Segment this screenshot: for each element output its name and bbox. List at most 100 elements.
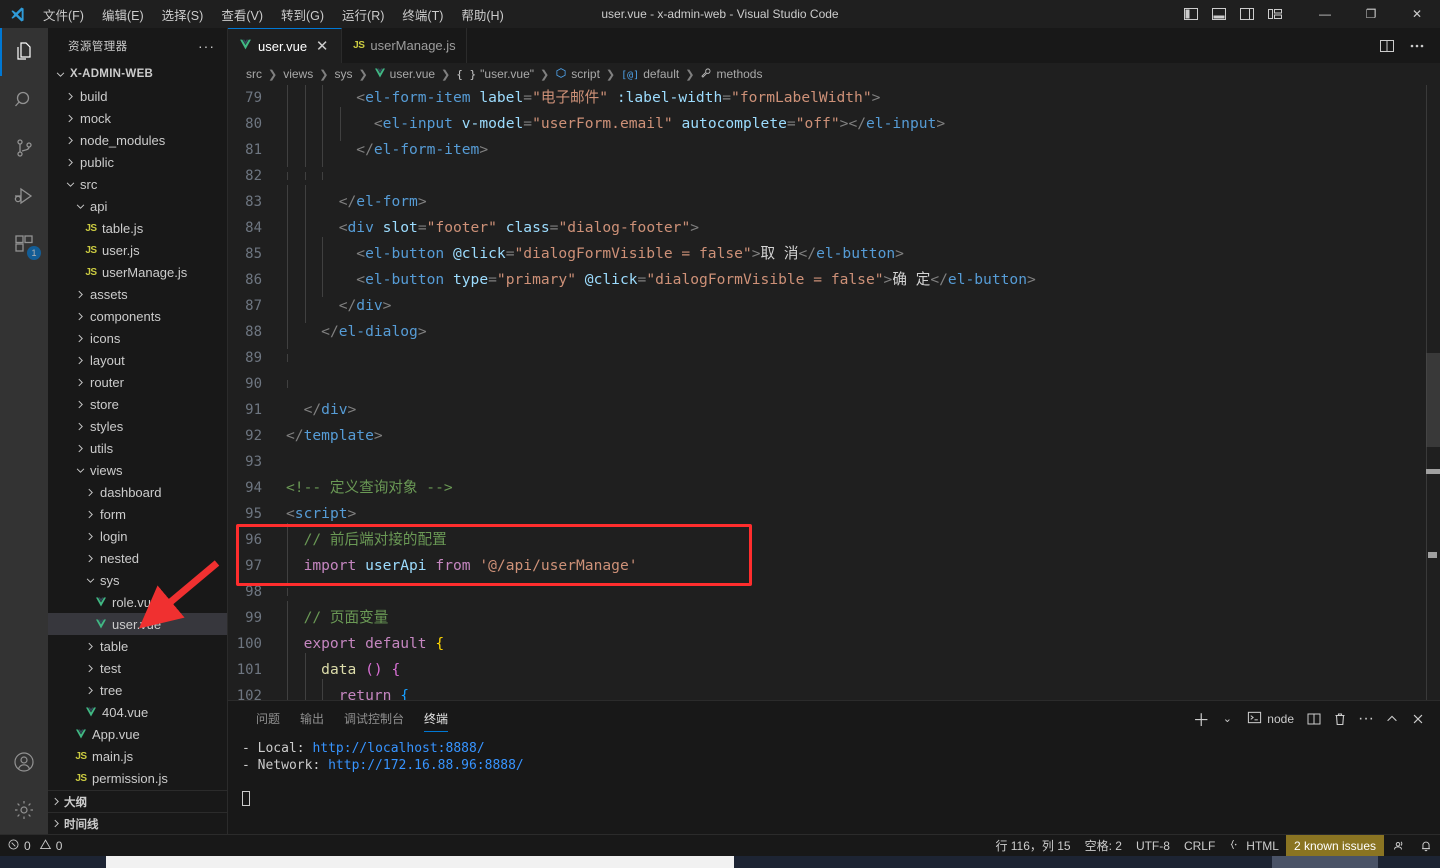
breadcrumb-item-src[interactable]: src (244, 67, 264, 81)
tab-usermanage-js[interactable]: JS userManage.js (342, 28, 467, 63)
toggle-secondary-sidebar-icon[interactable] (1234, 1, 1260, 27)
tree-item-utils[interactable]: utils (48, 437, 227, 459)
menu-go[interactable]: 转到(G) (272, 2, 333, 27)
status-notifications-bell-icon[interactable] (1412, 835, 1440, 857)
panel-tab-terminal[interactable]: 终端 (414, 701, 458, 736)
taskbar-active-window[interactable] (106, 856, 734, 868)
tree-item-components[interactable]: components (48, 305, 227, 327)
breadcrumb-item-uservue[interactable]: user.vue (372, 67, 437, 82)
terminal-link-local[interactable]: http://localhost:8888/ (312, 741, 484, 756)
close-panel-icon[interactable] (1406, 707, 1430, 731)
breadcrumb-item-script[interactable]: script (553, 67, 602, 82)
tree-item-dashboard[interactable]: dashboard (48, 481, 227, 503)
tree-item-views[interactable]: views (48, 459, 227, 481)
status-problems[interactable]: 0 0 (0, 835, 69, 857)
menu-help[interactable]: 帮助(H) (452, 2, 512, 27)
tree-item-styles[interactable]: styles (48, 415, 227, 437)
menu-bar[interactable]: 文件(F) 编辑(E) 选择(S) 查看(V) 转到(G) 运行(R) 终端(T… (34, 2, 513, 27)
activity-source-control-icon[interactable] (0, 124, 48, 172)
breadcrumb-item-methods[interactable]: methods (698, 67, 764, 82)
panel-more-icon[interactable]: ··· (1354, 707, 1378, 731)
new-terminal-icon[interactable]: ＋ (1189, 707, 1213, 731)
activity-explorer-icon[interactable] (0, 28, 48, 76)
activity-run-debug-icon[interactable] (0, 172, 48, 220)
menu-file[interactable]: 文件(F) (34, 2, 93, 27)
tree-item-login[interactable]: login (48, 525, 227, 547)
scrollbar-slider[interactable] (1426, 353, 1440, 447)
minimize-button[interactable]: — (1302, 0, 1348, 28)
maximize-button[interactable]: ❐ (1348, 0, 1394, 28)
tab-user-vue[interactable]: user.vue ✕ (228, 28, 343, 63)
panel-tab-debug-console[interactable]: 调试控制台 (334, 701, 414, 736)
tree-item-build[interactable]: build (48, 85, 227, 107)
close-icon[interactable]: ✕ (313, 37, 331, 55)
close-button[interactable]: ✕ (1394, 0, 1440, 28)
breadcrumb-item-default[interactable]: [@] default (619, 67, 681, 81)
split-editor-icon[interactable] (1374, 33, 1400, 59)
panel-tab-output[interactable]: 输出 (290, 701, 334, 736)
split-terminal-icon[interactable] (1302, 707, 1326, 731)
tree-root[interactable]: X-ADMIN-WEB (48, 63, 227, 85)
status-indentation[interactable]: 空格: 2 (1078, 835, 1129, 857)
tree-item-form[interactable]: form (48, 503, 227, 525)
sidebar-section-timeline[interactable]: 时间线 (48, 812, 227, 834)
tree-item-node-modules[interactable]: node_modules (48, 129, 227, 151)
menu-selection[interactable]: 选择(S) (153, 2, 213, 27)
tree-item-user-vue[interactable]: user.vue (48, 613, 227, 635)
tree-item-role-vue[interactable]: role.vue (48, 591, 227, 613)
breadcrumb-item-views[interactable]: views (281, 67, 315, 81)
status-cursor-position[interactable]: 行 116，列 15 (988, 835, 1077, 857)
active-terminal-selector[interactable]: node (1241, 707, 1300, 731)
tree-item-404-vue[interactable]: 404.vue (48, 701, 227, 723)
toggle-panel-icon[interactable] (1206, 1, 1232, 27)
tree-item-table-js[interactable]: JS table.js (48, 217, 227, 239)
menu-terminal[interactable]: 终端(T) (393, 2, 452, 27)
tree-item-app-vue[interactable]: App.vue (48, 723, 227, 745)
code-editor[interactable]: 79 <el-form-item label="电子邮件" :label-wid… (228, 85, 1440, 700)
status-eol[interactable]: CRLF (1177, 835, 1222, 857)
new-terminal-dropdown-icon[interactable]: ⌄ (1215, 707, 1239, 731)
tree-item-api[interactable]: api (48, 195, 227, 217)
menu-view[interactable]: 查看(V) (212, 2, 272, 27)
tree-item-icons[interactable]: icons (48, 327, 227, 349)
tree-item-sys[interactable]: sys (48, 569, 227, 591)
activity-search-icon[interactable] (0, 76, 48, 124)
breadcrumb-item-sys[interactable]: sys (332, 67, 354, 81)
editor-scrollbar[interactable] (1426, 85, 1440, 700)
breadcrumb[interactable]: src ❯ views ❯ sys ❯ user.vue ❯{ } "user.vue" ❯ scr… (228, 63, 1440, 85)
status-encoding[interactable]: UTF-8 (1129, 835, 1177, 857)
activity-manage-gear-icon[interactable] (0, 786, 48, 834)
more-actions-icon[interactable] (1404, 33, 1430, 59)
menu-edit[interactable]: 编辑(E) (93, 2, 153, 27)
explorer-more-icon[interactable]: ··· (194, 38, 219, 54)
tree-item-public[interactable]: public (48, 151, 227, 173)
tree-item-router[interactable]: router (48, 371, 227, 393)
tree-item-user-js[interactable]: JS user.js (48, 239, 227, 261)
status-known-issues[interactable]: 2 known issues (1285, 834, 1384, 857)
taskbar-item[interactable] (1272, 856, 1378, 868)
sidebar-section-outline[interactable]: 大纲 (48, 790, 227, 812)
file-tree[interactable]: X-ADMIN-WEB build mock node_modules public sr… (48, 63, 227, 790)
maximize-panel-icon[interactable] (1380, 707, 1404, 731)
tree-item-layout[interactable]: layout (48, 349, 227, 371)
tree-item-store[interactable]: store (48, 393, 227, 415)
terminal-link-network[interactable]: http://172.16.88.96:8888/ (328, 758, 524, 773)
tree-item-mock[interactable]: mock (48, 107, 227, 129)
tree-item-main-js[interactable]: JS main.js (48, 745, 227, 767)
status-language-mode[interactable]: HTML (1222, 835, 1286, 857)
customize-layout-icon[interactable] (1262, 1, 1288, 27)
activity-accounts-icon[interactable] (0, 738, 48, 786)
status-remote-icon[interactable] (1384, 835, 1412, 857)
tree-item-usermanage-js[interactable]: JS userManage.js (48, 261, 227, 283)
tree-item-test[interactable]: test (48, 657, 227, 679)
tree-item-table[interactable]: table (48, 635, 227, 657)
menu-run[interactable]: 运行(R) (333, 2, 393, 27)
tree-item-assets[interactable]: assets (48, 283, 227, 305)
toggle-primary-sidebar-icon[interactable] (1178, 1, 1204, 27)
terminal-output[interactable]: - Local: http://localhost:8888/ - Networ… (228, 736, 1440, 834)
tree-item-nested[interactable]: nested (48, 547, 227, 569)
panel-tab-problems[interactable]: 问题 (246, 701, 290, 736)
breadcrumb-item-uservue[interactable]: { } "user.vue" (454, 67, 536, 81)
tree-item-permission-js[interactable]: JS permission.js (48, 767, 227, 789)
tree-item-tree[interactable]: tree (48, 679, 227, 701)
